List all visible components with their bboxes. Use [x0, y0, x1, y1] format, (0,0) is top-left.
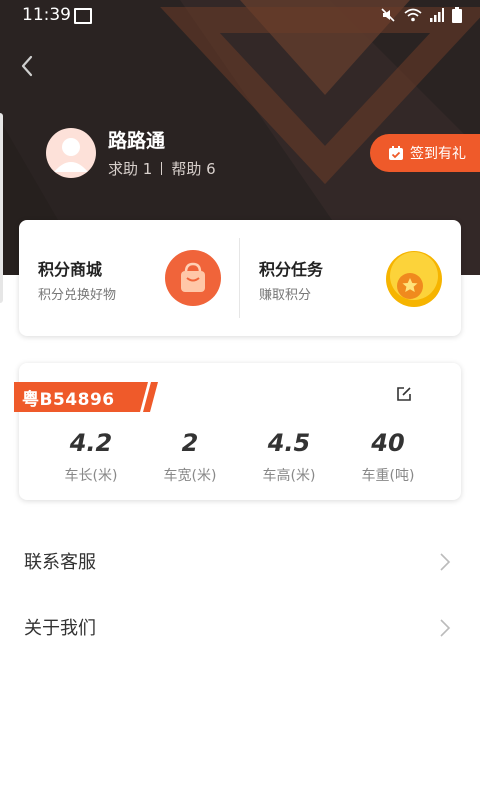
points-mall-entry[interactable]: 积分商城 积分兑换好物 [19, 220, 239, 336]
side-drawer-handle[interactable] [0, 113, 3, 303]
help-stats: 求助 1 帮助 6 [108, 158, 216, 179]
points-card: 积分商城 积分兑换好物 积分任务 赚取积分 [19, 220, 461, 336]
menu-item-label: 联系客服 [24, 552, 96, 573]
shopping-bag-icon [165, 250, 221, 306]
checkin-label: 签到有礼 [410, 146, 466, 162]
spec-length: 4.2 车长(米) [36, 429, 146, 485]
stats-divider [161, 162, 163, 175]
mute-icon [381, 8, 395, 22]
license-plate-tag: 粤B54896 [14, 382, 159, 412]
user-profile[interactable]: 路路通 求助 1 帮助 6 [46, 126, 346, 186]
points-mall-subtitle: 积分兑换好物 [38, 288, 117, 303]
spec-width: 2 车宽(米) [135, 429, 245, 485]
chevron-right-icon [440, 619, 451, 637]
edit-icon[interactable] [395, 385, 413, 403]
battery-icon [452, 7, 462, 23]
checkin-button[interactable]: 签到有礼 [370, 134, 480, 172]
spec-value: 2 [181, 429, 199, 457]
points-tasks-title: 积分任务 [259, 260, 324, 279]
seek-help-label: 求助 [108, 160, 139, 178]
license-plate: 粤B54896 [22, 390, 115, 410]
menu-item-label: 关于我们 [24, 618, 96, 639]
help-count: 6 [206, 160, 216, 178]
default-avatar-icon [54, 138, 88, 172]
gallery-notification-icon [74, 8, 92, 24]
help-label: 帮助 [171, 160, 202, 178]
menu-item-contact-service[interactable]: 联系客服 [0, 534, 480, 590]
menu-item-about-us[interactable]: 关于我们 [0, 600, 480, 656]
spec-label: 车高(米) [262, 468, 316, 484]
vehicle-card: 粤B54896 4.2 车长(米) 2 车宽(米) 4.5 车高(米) 40 车… [14, 363, 461, 500]
spec-height: 4.5 车高(米) [234, 429, 344, 485]
points-tasks-entry[interactable]: 积分任务 赚取积分 [240, 220, 461, 336]
signal-icon [430, 8, 444, 22]
spec-weight: 40 车重(吨) [333, 429, 443, 485]
spec-label: 车重(吨) [361, 468, 415, 484]
seek-help-count: 1 [142, 160, 153, 178]
spec-value: 4.2 [69, 429, 113, 457]
points-tasks-subtitle: 赚取积分 [259, 288, 312, 303]
spec-label: 车长(米) [64, 468, 118, 484]
star-coin-icon [386, 251, 442, 307]
back-arrow-icon[interactable] [14, 52, 42, 80]
status-bar: 11:39 [0, 0, 480, 30]
spec-value: 4.5 [267, 429, 311, 457]
calendar-check-icon [389, 146, 403, 160]
status-time: 11:39 [22, 5, 71, 25]
spec-value: 40 [371, 429, 405, 457]
chevron-right-icon [440, 553, 451, 571]
spec-label: 车宽(米) [163, 468, 217, 484]
avatar[interactable] [46, 128, 96, 178]
wifi-icon [404, 8, 422, 22]
username: 路路通 [108, 130, 166, 152]
status-icons [380, 7, 462, 23]
points-mall-title: 积分商城 [38, 260, 103, 279]
